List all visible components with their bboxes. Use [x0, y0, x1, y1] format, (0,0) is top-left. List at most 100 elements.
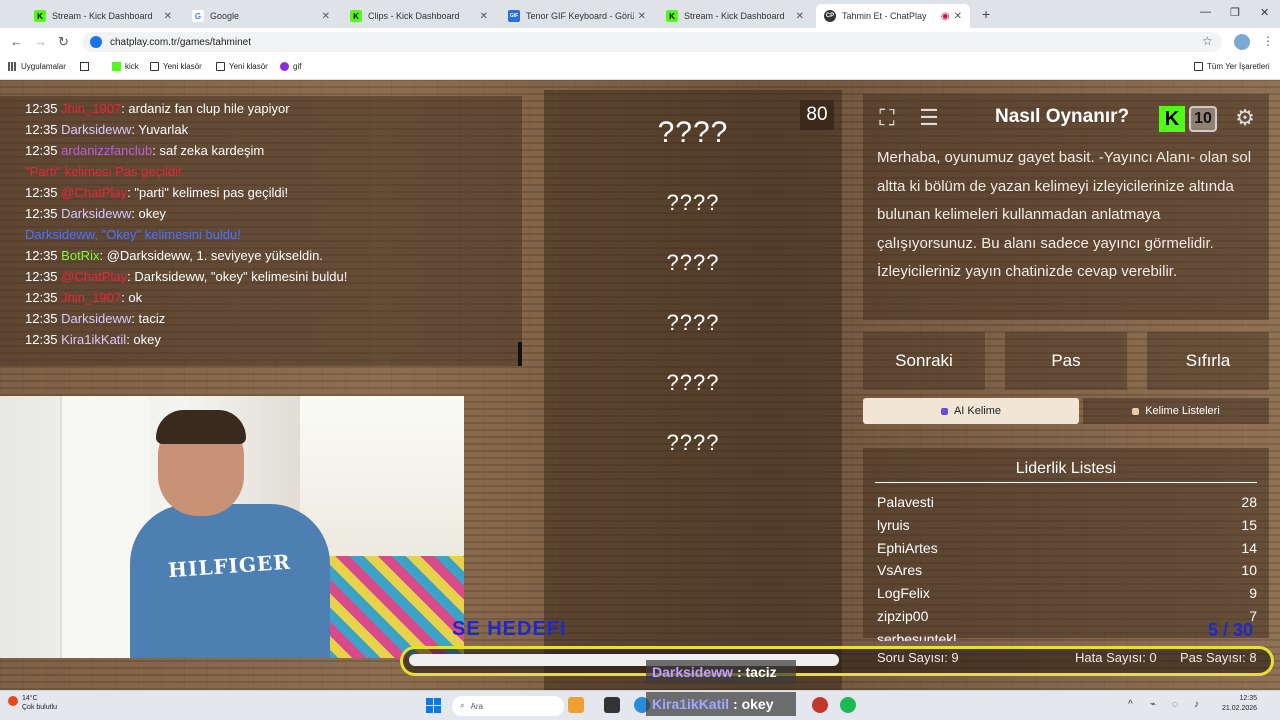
close-icon[interactable]: ✕	[164, 11, 172, 22]
chat-time: 12:35	[25, 332, 58, 347]
bookmark-label: Yeni klasör	[163, 62, 202, 71]
word-slot: ????	[666, 370, 720, 395]
chat-time: 12:35	[25, 122, 58, 137]
clock[interactable]: 12:35 21.02.2026	[1222, 694, 1257, 714]
clock-time: 12:35	[1239, 695, 1258, 702]
close-icon[interactable]: ✕	[322, 11, 330, 22]
leaderboard-name: Palavesti	[877, 494, 934, 510]
next-button[interactable]: Sonraki	[863, 332, 985, 390]
chat-time: 12:35	[25, 206, 58, 221]
bookmark-folder-1[interactable]: Yeni klasör	[150, 62, 202, 71]
chat-text: : saf zeka kardeşim	[152, 143, 265, 158]
chat-text: : ok	[121, 290, 143, 305]
chat-username[interactable]: BotRix	[61, 248, 99, 263]
site-info-icon[interactable]	[90, 36, 102, 48]
chat-username[interactable]: Jhin_1907	[61, 290, 121, 305]
leaderboard-name: VsAres	[877, 562, 923, 579]
stats-row: Soru Sayısı: 9 Hata Sayısı: 0 Pas Sayısı…	[863, 642, 1269, 672]
kick-logo-icon[interactable]: K	[1159, 106, 1185, 132]
chat-username[interactable]: "Parti" kelimesi Pas geçildi!	[25, 164, 182, 179]
bookmark-folder-2[interactable]: Yeni klasör	[216, 62, 268, 71]
tab-google[interactable]: G Google ✕	[184, 4, 338, 28]
close-window-button[interactable]: ✕	[1260, 6, 1269, 19]
chat-username[interactable]: ardanizzfanclub	[61, 143, 152, 158]
address-bar-row: ← → ↻ chatplay.com.tr/games/tahminet ☆	[0, 28, 1280, 56]
reset-button[interactable]: Sıfırla	[1147, 332, 1269, 390]
taskbar-search[interactable]: ⌕ Ara	[452, 696, 564, 716]
chat-popup: Darksideww : taciz	[646, 660, 796, 684]
weather-widget[interactable]: 14°C Çok bulutlu	[8, 694, 58, 712]
how-to-play-panel: ⛶ ☰ Nasıl Oynanır? K 10 ⚙ Merhaba, oyunu…	[863, 94, 1269, 320]
badge-10[interactable]: 10	[1189, 106, 1217, 132]
error-count: Hata Sayısı: 0	[1075, 650, 1157, 665]
chat-username[interactable]: @ChatPlay	[61, 185, 127, 200]
bookmark-apps[interactable]: Uygulamalar	[8, 62, 66, 71]
bookmark-kick[interactable]: kick	[112, 62, 139, 71]
tab-tenor[interactable]: GIF Tenor GIF Keyboard - Görüşme ✕	[500, 4, 654, 28]
spotify-icon[interactable]	[840, 697, 856, 713]
popup-user: Darksideww	[652, 664, 733, 680]
chat-scrollbar[interactable]	[518, 342, 522, 366]
back-icon[interactable]: ←	[10, 34, 23, 49]
fullscreen-icon[interactable]: ⛶	[871, 102, 903, 134]
game-area: 12:35 Jhin_1907: ardaniz fan clup hile y…	[0, 80, 1280, 690]
pass-button[interactable]: Pas	[1005, 332, 1127, 390]
ai-word-label: AI Kelime	[953, 405, 1002, 417]
how-to-play-title: Nasıl Oynanır?	[995, 106, 1130, 127]
start-icon[interactable]	[426, 698, 441, 713]
close-icon[interactable]: ✕	[954, 11, 962, 22]
leaderboard-row: Palavesti 28	[877, 494, 1257, 510]
word-lists-button[interactable]: Kelime Listeleri	[1083, 398, 1269, 424]
chat-text: : @Darksideww, 1. seviyeye yükseldin.	[99, 248, 323, 263]
ai-word-button[interactable]: AI Kelime	[863, 398, 1079, 424]
bookmark-grid[interactable]	[80, 62, 93, 71]
tab-stream-kick-1[interactable]: K Stream - Kick Dashboard ✕	[26, 4, 180, 28]
cat-app-icon[interactable]	[568, 697, 584, 713]
search-icon: ⌕	[460, 701, 465, 710]
bookmark-gif[interactable]: gif	[280, 62, 301, 71]
chat-username[interactable]: Jhin_1907	[61, 101, 121, 116]
all-bookmarks[interactable]: Tüm Yer İşaretleri	[1194, 62, 1270, 71]
new-tab-button[interactable]: +	[982, 6, 990, 22]
leaderboard-row: VsAres 10	[877, 562, 1257, 578]
close-icon[interactable]: ✕	[638, 11, 646, 22]
chat-username[interactable]: Darksideww	[61, 206, 131, 221]
word-lists-label: Kelime Listeleri	[1145, 405, 1220, 417]
bookmark-star-icon[interactable]: ☆	[1202, 34, 1213, 48]
word-slot: ????	[666, 310, 720, 335]
forward-icon[interactable]: →	[34, 34, 47, 49]
chat-message: Darksideww, "Okey" kelimesini buldu!	[25, 224, 522, 245]
close-icon[interactable]: ✕	[480, 11, 488, 22]
chat-username[interactable]: @ChatPlay	[61, 269, 127, 284]
profile-avatar[interactable]	[1234, 34, 1250, 50]
clock-date: 21.02.2026	[1222, 705, 1258, 712]
mic-icon[interactable]: ◌	[1172, 699, 1178, 710]
gear-icon[interactable]: ⚙	[1229, 102, 1261, 134]
tray-up-icon[interactable]: ^	[1128, 699, 1133, 710]
kick-icon	[112, 62, 121, 71]
pass-count: Pas Sayısı: 8	[1180, 650, 1257, 665]
maximize-button[interactable]: ❐	[1230, 6, 1240, 19]
url-field[interactable]: chatplay.com.tr/games/tahminet	[82, 32, 1222, 52]
chat-username[interactable]: Darksideww	[61, 311, 131, 326]
leaderboard-name: zipzip00	[877, 608, 929, 624]
task-view-icon[interactable]	[604, 697, 620, 713]
chat-username[interactable]: Kira1ikKatil	[61, 332, 126, 347]
tab-tahmin-et[interactable]: CP Tahmin Et - ChatPlay ◉ ✕	[816, 4, 970, 28]
chat-username[interactable]: Darksideww, "Okey" kelimesini buldu!	[25, 227, 241, 242]
chat-message: 12:35 Darksideww: okey	[25, 203, 522, 224]
notes-icon[interactable]: ☰	[913, 102, 945, 134]
minimize-button[interactable]: —	[1200, 6, 1211, 18]
chat-message: 12:35 Darksideww: Yuvarlak	[25, 119, 522, 140]
goal-overlay-text: SE HEDEFI	[452, 618, 567, 640]
chat-username[interactable]: Darksideww	[61, 122, 131, 137]
weather-desc: Çok bulutlu	[22, 704, 58, 711]
tab-clips-kick[interactable]: K Clips - Kick Dashboard ✕	[342, 4, 496, 28]
reload-icon[interactable]: ↻	[58, 34, 69, 50]
tab-stream-kick-2[interactable]: K Stream - Kick Dashboard ✕	[658, 4, 812, 28]
close-icon[interactable]: ✕	[796, 11, 804, 22]
obs-icon[interactable]	[812, 697, 828, 713]
menu-icon[interactable]: ⋮	[1262, 34, 1274, 48]
network-icon[interactable]: ⌁	[1150, 699, 1156, 710]
volume-icon[interactable]: ♪	[1194, 699, 1199, 710]
